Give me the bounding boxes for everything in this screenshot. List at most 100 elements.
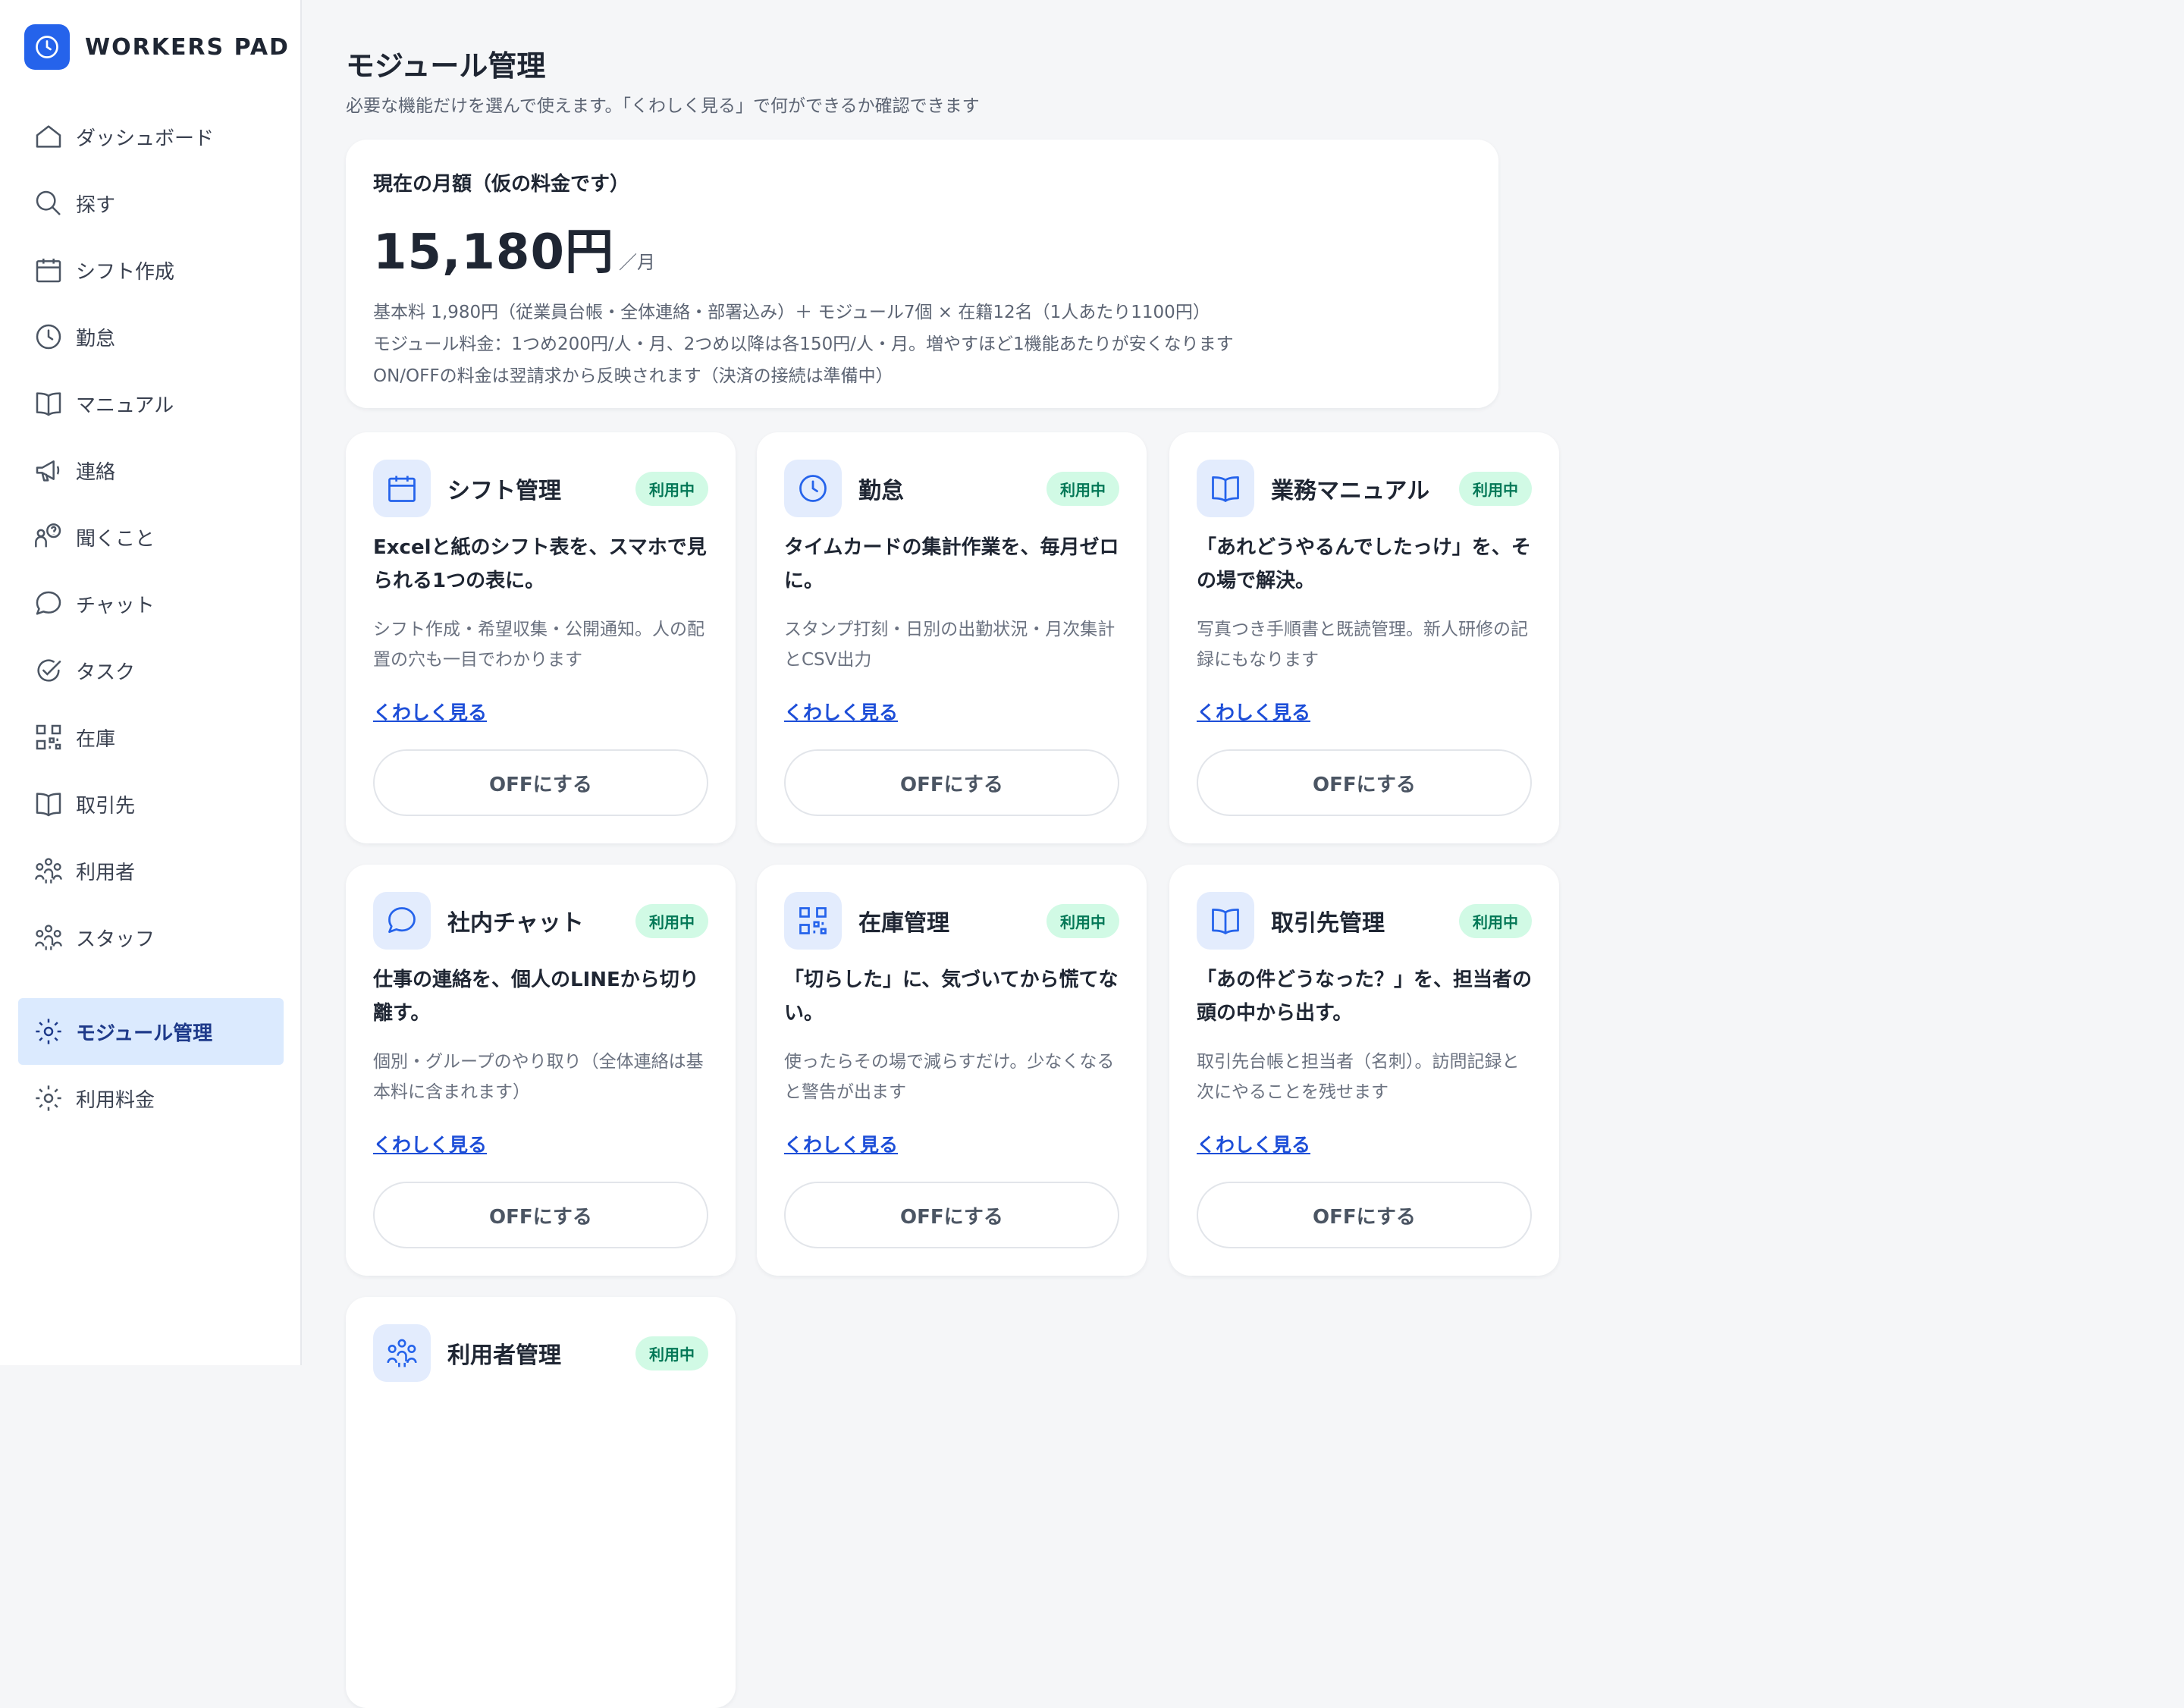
module-card-chat: 社内チャット 利用中 仕事の連絡を、個人のLINEから切り離す。 個別・グループ… <box>346 865 736 1276</box>
book-icon <box>32 787 65 821</box>
module-card-inventory: 在庫管理 利用中 「切らした」に、気づいてから慌てない。 使ったらその場で減らす… <box>757 865 1147 1276</box>
sidebar-item-chat[interactable]: チャット <box>18 570 284 637</box>
sidebar-item-staff[interactable]: スタッフ <box>18 904 284 971</box>
brand[interactable]: WORKERS PAD <box>24 24 290 70</box>
module-header: シフト管理 利用中 <box>373 460 708 517</box>
sidebar-item-billing[interactable]: 利用料金 <box>18 1065 284 1132</box>
module-header: 勤怠 利用中 <box>784 460 1119 517</box>
check-icon <box>32 654 65 687</box>
home-icon <box>32 120 65 153</box>
toggle-off-button[interactable]: OFFにする <box>784 749 1119 816</box>
nav-separator <box>18 971 284 998</box>
module-description: 写真つき手順書と既読管理。新人研修の記録にもなります <box>1197 620 1528 670</box>
search-icon <box>32 187 65 220</box>
module-description: シフト作成・希望収集・公開通知。人の配置の穴も一目でわかります <box>373 620 704 670</box>
sidebar-item-label: 在庫 <box>76 727 116 751</box>
module-description: スタンプ打刻・日別の出勤状況・月次集計とCSV出力 <box>784 620 1116 670</box>
sidebar-item-shift[interactable]: シフト作成 <box>18 237 284 303</box>
pricing-note: 基本料 1,980円（従業員台帳・全体連絡・部署込み）＋ モジュール7個 × 在… <box>373 303 1210 322</box>
module-tagline: Excelと紙のシフト表を、スマホで見られる1つの表に。 <box>373 536 707 592</box>
sidebar-item-announce[interactable]: 連絡 <box>18 437 284 504</box>
toggle-off-button[interactable]: OFFにする <box>1197 1182 1532 1248</box>
sidebar-item-label: 連絡 <box>76 460 116 484</box>
sidebar-item-task[interactable]: タスク <box>18 637 284 704</box>
sidebar-item-attendance[interactable]: 勤怠 <box>18 303 284 370</box>
module-header: 業務マニュアル 利用中 <box>1197 460 1532 517</box>
module-tagline: 「あれどうやるんでしたっけ」を、その場で解決。 <box>1197 536 1531 592</box>
qr-icon <box>32 721 65 754</box>
sidebar-item-label: 聞くこと <box>76 527 155 551</box>
pricing-amount-row: 15,180円 ／月 <box>373 213 1471 283</box>
calendar-icon <box>373 460 431 517</box>
toggle-off-button[interactable]: OFFにする <box>784 1182 1119 1248</box>
sidebar-item-label: シフト作成 <box>76 260 175 284</box>
gear-icon <box>32 1082 65 1115</box>
pricing-heading: 現在の月額（仮の料金です） <box>373 173 630 196</box>
toggle-off-button[interactable]: OFFにする <box>373 1182 708 1248</box>
sidebar-item-label: 利用者 <box>76 861 136 884</box>
chat-bubble-icon <box>373 892 431 950</box>
pricing-unit: ／月 <box>618 252 655 273</box>
sidebar-nav: ダッシュボード 探す シフト作成 勤怠 マニュアル 連絡 聞くこと チャット タ… <box>18 103 284 1132</box>
gear-icon <box>32 1015 65 1048</box>
status-badge: 利用中 <box>635 471 708 506</box>
sidebar-item-label: 探す <box>76 193 116 217</box>
details-link[interactable]: くわしく見る <box>1197 698 1310 725</box>
sidebar-item-modules[interactable]: モジュール管理 <box>18 998 284 1065</box>
module-name: シフト管理 <box>447 478 561 504</box>
sidebar-item-users[interactable]: 利用者 <box>18 837 284 904</box>
module-header: 取引先管理 利用中 <box>1197 892 1532 950</box>
toggle-off-button[interactable]: OFFにする <box>373 749 708 816</box>
sidebar-item-label: 取引先 <box>76 794 136 818</box>
details-link[interactable]: くわしく見る <box>784 1130 898 1157</box>
module-description: 使ったらその場で減らすだけ。少なくなると警告が出ます <box>784 1052 1115 1102</box>
chat-bubble-icon <box>32 587 65 620</box>
status-badge: 利用中 <box>1046 903 1119 938</box>
pricing-note: ON/OFFの料金は翌請求から反映されます（決済の接続は準備中） <box>373 366 893 386</box>
module-name: 業務マニュアル <box>1271 478 1430 504</box>
sidebar-item-label: チャット <box>76 594 155 617</box>
group-icon <box>32 854 65 887</box>
module-description: 個別・グループのやり取り（全体連絡は基本料に含まれます） <box>373 1052 704 1102</box>
megaphone-icon <box>32 454 65 487</box>
sidebar-item-manual[interactable]: マニュアル <box>18 370 284 437</box>
sidebar-item-label: モジュール管理 <box>76 1022 213 1045</box>
sidebar-item-label: タスク <box>76 661 136 684</box>
pricing-card: 現在の月額（仮の料金です） 15,180円 ／月 基本料 1,980円（従業員台… <box>346 140 1498 408</box>
sidebar: WORKERS PAD ダッシュボード 探す シフト作成 勤怠 マニュアル 連絡 <box>0 0 302 1365</box>
book-icon <box>1197 460 1254 517</box>
details-link[interactable]: くわしく見る <box>1197 1130 1310 1157</box>
module-card-manual: 業務マニュアル 利用中 「あれどうやるんでしたっけ」を、その場で解決。 写真つき… <box>1169 432 1559 843</box>
module-card-clients: 取引先管理 利用中 「あの件どうなった？」を、担当者の頭の中から出す。 取引先台… <box>1169 865 1559 1276</box>
sidebar-item-label: マニュアル <box>76 394 174 417</box>
module-name: 社内チャット <box>447 910 584 937</box>
clock-logo-icon <box>24 24 70 70</box>
module-description: 取引先台帳と担当者（名刺）。訪問記録と次にやることを残せます <box>1197 1052 1520 1102</box>
sidebar-item-label: 勤怠 <box>76 327 116 350</box>
pricing-note: モジュール料金：1つめ200円/人・月、2つめ以降は各150円/人・月。増やすほ… <box>373 334 1234 354</box>
module-name: 取引先管理 <box>1271 910 1385 937</box>
module-tagline: 仕事の連絡を、個人のLINEから切り離す。 <box>373 969 699 1025</box>
module-card-attendance: 勤怠 利用中 タイムカードの集計作業を、毎月ゼロに。 スタンプ打刻・日別の出勤状… <box>757 432 1147 843</box>
sidebar-item-inventory[interactable]: 在庫 <box>18 704 284 771</box>
details-link[interactable]: くわしく見る <box>373 698 487 725</box>
module-card-users: 利用者管理 利用中 <box>346 1297 736 1708</box>
details-link[interactable]: くわしく見る <box>373 1130 487 1157</box>
sidebar-item-search[interactable]: 探す <box>18 170 284 237</box>
module-tagline: 「あの件どうなった？」を、担当者の頭の中から出す。 <box>1197 969 1533 1025</box>
calendar-icon <box>32 253 65 287</box>
sidebar-item-dashboard[interactable]: ダッシュボード <box>18 103 284 170</box>
status-badge: 利用中 <box>635 903 708 938</box>
page-subtitle: 必要な機能だけを選んで使えます。「くわしく見る」で何ができるか確認できます <box>346 96 980 116</box>
sidebar-item-label: スタッフ <box>76 928 155 951</box>
book-icon <box>32 387 65 420</box>
module-card-shift: シフト管理 利用中 Excelと紙のシフト表を、スマホで見られる1つの表に。 シ… <box>346 432 736 843</box>
sidebar-item-ask[interactable]: 聞くこと <box>18 504 284 570</box>
details-link[interactable]: くわしく見る <box>784 698 898 725</box>
book-icon <box>1197 892 1254 950</box>
toggle-off-button[interactable]: OFFにする <box>1197 749 1532 816</box>
sidebar-item-clients[interactable]: 取引先 <box>18 771 284 837</box>
status-badge: 利用中 <box>1046 471 1119 506</box>
module-name: 在庫管理 <box>858 910 949 937</box>
group-icon <box>32 921 65 954</box>
